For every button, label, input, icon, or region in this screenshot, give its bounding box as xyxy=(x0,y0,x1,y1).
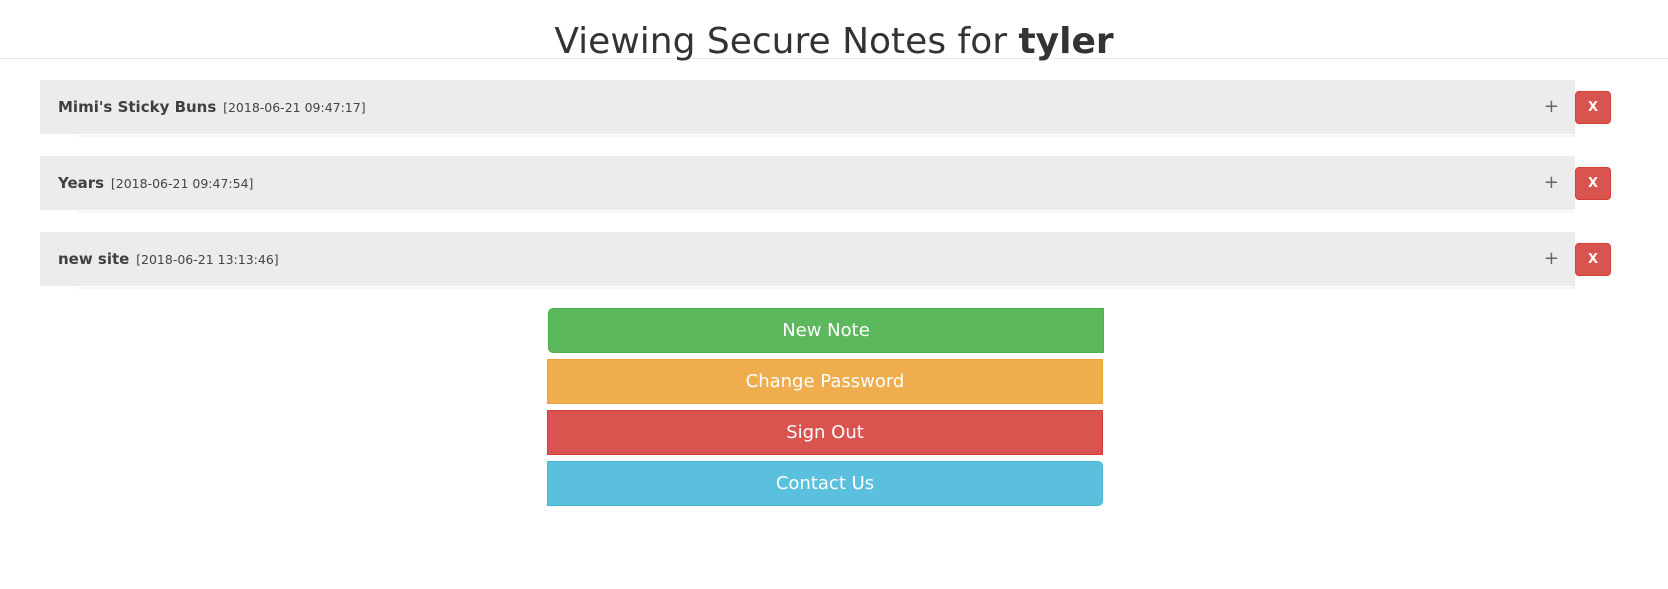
note-name: new site xyxy=(58,250,130,268)
expand-plus-icon[interactable]: + xyxy=(1544,156,1559,210)
note-title: new site [2018-06-21 13:13:46] xyxy=(58,232,279,287)
note-title: Mimi's Sticky Buns [2018-06-21 09:47:17] xyxy=(58,80,366,135)
note-header[interactable]: Years [2018-06-21 09:47:54] + xyxy=(40,156,1575,210)
delete-note-button[interactable]: X xyxy=(1575,91,1611,124)
delete-note-button[interactable]: X xyxy=(1575,243,1611,276)
page-header: Viewing Secure Notes for tyler xyxy=(0,0,1668,62)
delete-note-button[interactable]: X xyxy=(1575,167,1611,200)
note-date: [2018-06-21 09:47:17] xyxy=(223,100,366,115)
note-item: Mimi's Sticky Buns [2018-06-21 09:47:17]… xyxy=(40,80,1611,137)
contact-us-button[interactable]: Contact Us xyxy=(547,461,1103,506)
note-body-collapsed xyxy=(76,287,1575,289)
note-name: Years xyxy=(58,174,105,192)
note-item: Years [2018-06-21 09:47:54] + X xyxy=(40,156,1611,213)
sign-out-button[interactable]: Sign Out xyxy=(547,410,1103,455)
note-header[interactable]: Mimi's Sticky Buns [2018-06-21 09:47:17]… xyxy=(40,80,1575,134)
note-title: Years [2018-06-21 09:47:54] xyxy=(58,156,253,211)
note-name: Mimi's Sticky Buns xyxy=(58,98,217,116)
expand-plus-icon[interactable]: + xyxy=(1544,80,1559,134)
expand-plus-icon[interactable]: + xyxy=(1544,232,1559,286)
note-header[interactable]: new site [2018-06-21 13:13:46] + xyxy=(40,232,1575,286)
page-title: Viewing Secure Notes for tyler xyxy=(0,18,1668,66)
username: tyler xyxy=(1018,21,1114,63)
note-date: [2018-06-21 09:47:54] xyxy=(110,176,254,191)
page-title-prefix: Viewing Secure Notes for xyxy=(554,21,1019,63)
note-date: [2018-06-21 13:13:46] xyxy=(136,252,279,267)
note-item: new site [2018-06-21 13:13:46] + X xyxy=(40,232,1611,289)
note-body-collapsed xyxy=(76,135,1575,137)
change-password-button[interactable]: Change Password xyxy=(547,359,1103,404)
new-note-button[interactable]: New Note xyxy=(548,308,1104,353)
note-body-collapsed xyxy=(76,211,1575,213)
